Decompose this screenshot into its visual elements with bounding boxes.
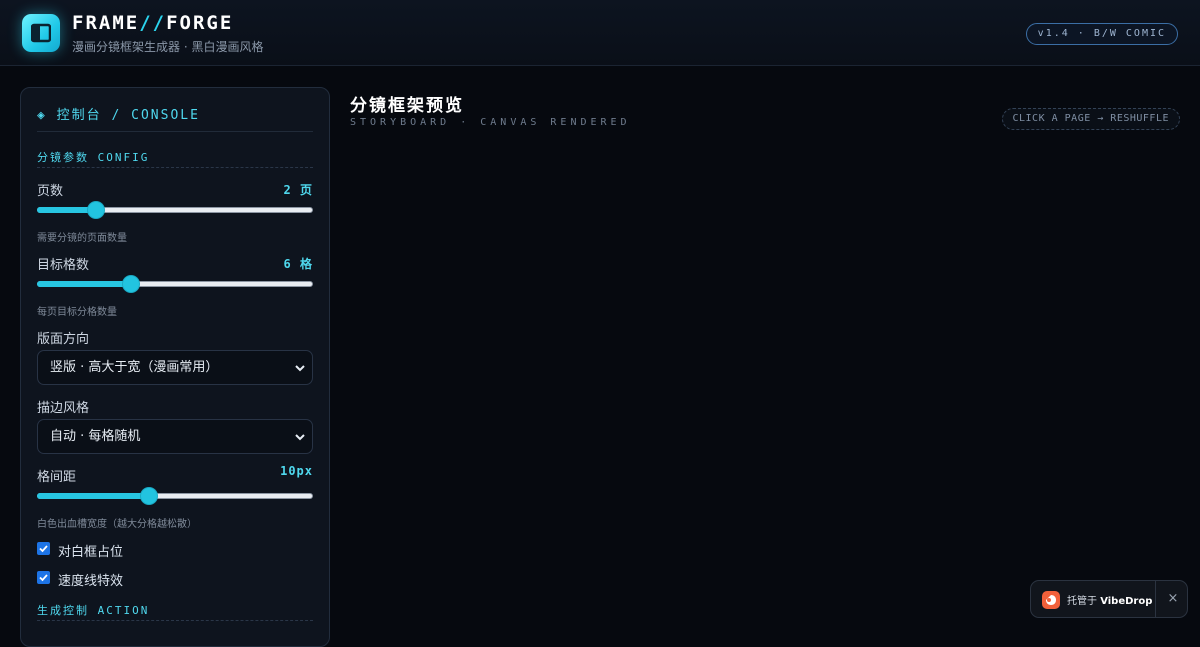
config-heading: 分镜参数 CONFIG [37,151,150,164]
console-title: ◈ 控制台 / CONSOLE [37,108,200,123]
slider-thumb[interactable] [140,488,157,504]
pages-slider[interactable] [37,202,313,218]
console-panel: ◈ 控制台 / CONSOLE 分镜参数 CONFIG 页数 2 页 需要分镜的… [20,87,330,647]
orientation-select[interactable]: 竖版 · 高大于宽（漫画常用） [37,350,313,385]
panels-label: 目标格数 [37,258,90,273]
panels-value: 6 格 [283,257,313,271]
app-tagline: 漫画分镜框架生成器 · 黑白漫画风格 [72,40,264,54]
slider-thumb[interactable] [122,276,139,292]
speech-bubble-label: 对白框占位 [58,545,124,560]
divider [37,620,313,621]
checkbox-icon[interactable] [37,542,50,555]
gutter-value: 10px [280,464,313,478]
app-header: FRAME//FORGE 漫画分镜框架生成器 · 黑白漫画风格 v1.4 · B… [0,0,1200,66]
hosted-text[interactable]: 托管于 VibeDrop [1067,592,1152,607]
stroke-label: 描边风格 [37,401,90,416]
gutter-hint: 白色出血槽宽度（越大分格越松散） [37,519,197,530]
orientation-label: 版面方向 [37,332,90,347]
close-icon[interactable]: × [1164,590,1182,608]
chevron-down-icon [295,365,305,372]
stroke-selected: 自动 · 每格随机 [50,429,141,444]
panel-layout-icon [22,14,60,52]
checkbox-icon[interactable] [37,571,50,584]
orientation-selected: 竖版 · 高大于宽（漫画常用） [50,360,219,375]
gutter-slider[interactable] [37,488,313,504]
speed-lines-label: 速度线特效 [58,574,124,589]
vibedrop-logo-icon [1042,591,1060,609]
chevron-down-icon [295,434,305,441]
action-heading: 生成控制 ACTION [37,604,150,617]
version-badge: v1.4 · B/W COMIC [1025,23,1178,45]
hosted-badge[interactable]: 托管于 VibeDrop × [1030,580,1188,618]
divider [1155,581,1156,617]
divider [37,167,313,168]
preview-title: 分镜框架预览 [350,96,464,116]
divider [37,131,313,132]
panels-hint: 每页目标分格数量 [37,307,117,318]
pages-label: 页数 [37,184,64,199]
panels-slider[interactable] [37,276,313,292]
pages-value: 2 页 [283,183,313,197]
reshuffle-hint: CLICK A PAGE → RESHUFFLE [1001,108,1180,130]
preview-subtitle: STORYBOARD · CANVAS RENDERED [350,117,631,128]
pages-hint: 需要分镜的页面数量 [37,233,127,244]
slider-thumb[interactable] [88,202,105,218]
stroke-select[interactable]: 自动 · 每格随机 [37,419,313,454]
app-title: FRAME//FORGE [72,12,234,34]
gutter-label: 格间距 [37,470,77,485]
